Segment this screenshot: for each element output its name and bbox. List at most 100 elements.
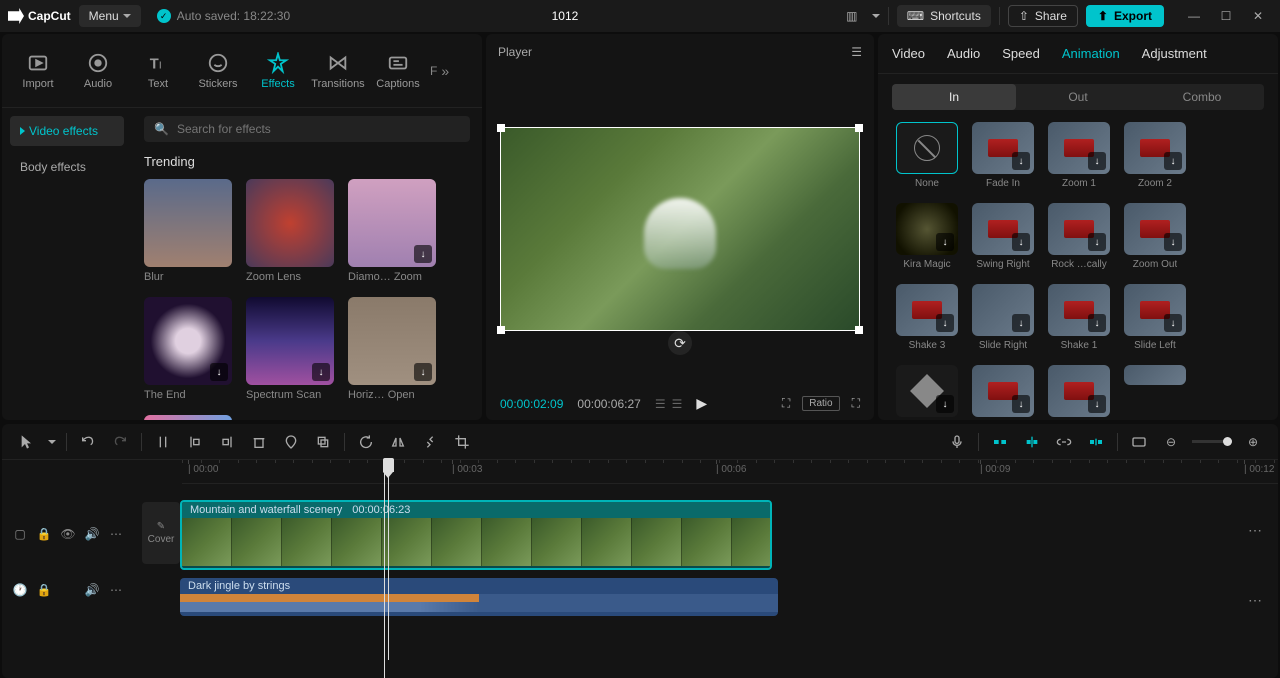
chevron-down-icon[interactable] — [872, 14, 880, 18]
focus-icon[interactable]: ⛶ — [782, 396, 790, 411]
shortcuts-button[interactable]: ⌨ Shortcuts — [897, 5, 991, 27]
list-icon[interactable]: ☰ — [655, 397, 666, 411]
video-clip[interactable]: Mountain and waterfall scenery 00:00:06:… — [180, 500, 772, 570]
pointer-tool[interactable] — [16, 431, 38, 453]
track-more-icon[interactable]: ⋯ — [1248, 522, 1264, 539]
tab-video[interactable]: Video — [892, 42, 925, 65]
collapse-icon[interactable]: ▢ — [12, 526, 28, 542]
animation-item[interactable]: ↓Zoom 1 — [1048, 122, 1110, 189]
effect-item[interactable]: ↓ Horiz… Open — [348, 297, 436, 401]
effect-item[interactable] — [144, 415, 232, 420]
fullscreen-icon[interactable]: ⛶ — [852, 396, 860, 411]
layout-icon[interactable]: ▥ — [840, 4, 864, 28]
tab-import[interactable]: Import — [10, 40, 66, 102]
mirror-tool[interactable] — [387, 431, 409, 453]
zoom-out-button[interactable]: ⊖ — [1160, 431, 1182, 453]
resize-handle[interactable] — [855, 124, 863, 132]
list-icon[interactable]: ☰ — [672, 397, 683, 411]
animation-item[interactable]: ↓Slide Left — [1124, 284, 1186, 351]
close-button[interactable]: ✕ — [1244, 4, 1272, 28]
tab-text[interactable]: TI Text — [130, 40, 186, 102]
mic-tool[interactable] — [946, 431, 968, 453]
refresh-tool[interactable] — [355, 431, 377, 453]
marker-tool[interactable] — [280, 431, 302, 453]
resize-handle[interactable] — [497, 326, 505, 334]
delete-tool[interactable] — [248, 431, 270, 453]
tab-captions[interactable]: Captions — [370, 40, 426, 102]
subtab-out[interactable]: Out — [1016, 84, 1140, 110]
timeline-ruler[interactable]: | 00:00 | 00:03 | 00:06 | 00:09 | 00:12 — [182, 460, 1278, 484]
split-tool[interactable] — [152, 431, 174, 453]
animation-item[interactable]: ↓Swing Right — [972, 203, 1034, 270]
zoom-handle[interactable] — [1223, 437, 1232, 446]
effect-item[interactable]: ↓ The End — [144, 297, 232, 401]
lock-icon[interactable]: 🔒 — [36, 582, 52, 598]
refresh-icon[interactable]: ⟳ — [668, 331, 692, 355]
tab-effects[interactable]: Effects — [250, 40, 306, 102]
export-button[interactable]: ⬆ Export — [1086, 5, 1164, 27]
menu-icon[interactable]: ☰ — [851, 45, 862, 59]
animation-item[interactable]: ↓Zoom In — [1048, 365, 1110, 420]
redo-button[interactable] — [109, 431, 131, 453]
effect-item[interactable]: ↓ Diamo… Zoom — [348, 179, 436, 283]
tab-stickers[interactable]: Stickers — [190, 40, 246, 102]
link-tool[interactable] — [1053, 431, 1075, 453]
animation-item[interactable]: ↓Zoom Out — [1124, 203, 1186, 270]
play-button[interactable]: ▶ — [696, 395, 707, 412]
menu-button[interactable]: Menu — [79, 5, 141, 27]
tab-audio[interactable]: Audio — [70, 40, 126, 102]
animation-item[interactable]: ↓Shake 3 — [896, 284, 958, 351]
volume-icon[interactable]: 🔊 — [84, 582, 100, 598]
effects-search[interactable]: 🔍 — [144, 116, 470, 142]
animation-item[interactable]: ↓Fade In — [972, 122, 1034, 189]
animation-item[interactable]: ↓Rock …cally — [1048, 203, 1110, 270]
more-icon[interactable]: ⋯ — [108, 582, 124, 598]
copy-tool[interactable] — [312, 431, 334, 453]
magnet-tool[interactable] — [1085, 431, 1107, 453]
tab-transitions[interactable]: Transitions — [310, 40, 366, 102]
animation-item[interactable]: ↓Rotate — [896, 365, 958, 420]
tab-animation[interactable]: Animation — [1062, 42, 1120, 65]
zoom-in-button[interactable]: ⊕ — [1242, 431, 1264, 453]
snap-tool[interactable] — [989, 431, 1011, 453]
maximize-button[interactable]: ☐ — [1212, 4, 1240, 28]
animation-item[interactable] — [1124, 365, 1186, 420]
eye-icon[interactable]: 👁 — [60, 526, 76, 542]
trim-left-tool[interactable] — [184, 431, 206, 453]
ratio-button[interactable]: Ratio — [802, 396, 839, 411]
volume-icon[interactable]: 🔊 — [84, 526, 100, 542]
tab-audio[interactable]: Audio — [947, 42, 980, 65]
animation-item[interactable]: ↓Kira Magic — [896, 203, 958, 270]
resize-handle[interactable] — [497, 124, 505, 132]
animation-item[interactable]: ↓Zoom 2 — [1124, 122, 1186, 189]
track-content[interactable]: Mountain and waterfall scenery 00:00:06:… — [180, 492, 1278, 678]
animation-item[interactable]: ↓Slide Right — [972, 284, 1034, 351]
rotate-tool[interactable] — [419, 431, 441, 453]
track-more-icon[interactable]: ⋯ — [1248, 592, 1264, 609]
undo-button[interactable] — [77, 431, 99, 453]
category-video-effects[interactable]: Video effects — [10, 116, 124, 146]
player-viewport[interactable]: ⟳ — [486, 70, 874, 387]
effect-item[interactable]: Zoom Lens — [246, 179, 334, 283]
effect-item[interactable]: Blur — [144, 179, 232, 283]
resize-handle[interactable] — [855, 326, 863, 334]
tab-adjustment[interactable]: Adjustment — [1142, 42, 1207, 65]
preview-tool[interactable] — [1128, 431, 1150, 453]
tabs-overflow[interactable]: F » — [430, 63, 449, 79]
animation-item[interactable]: ↓Shake 1 — [1048, 284, 1110, 351]
crop-tool[interactable] — [451, 431, 473, 453]
clock-icon[interactable]: 🕐 — [12, 582, 28, 598]
lock-icon[interactable]: 🔒 — [36, 526, 52, 542]
align-tool[interactable] — [1021, 431, 1043, 453]
video-preview[interactable] — [500, 127, 860, 331]
animation-item[interactable]: ↓Swin…ttom — [972, 365, 1034, 420]
search-input[interactable] — [177, 122, 460, 136]
chevron-down-icon[interactable] — [48, 440, 56, 444]
cover-button[interactable]: ✎ Cover — [142, 502, 180, 564]
minimize-button[interactable]: — — [1180, 4, 1208, 28]
playhead[interactable] — [388, 460, 389, 660]
share-button[interactable]: ⇧ Share — [1008, 5, 1078, 27]
effect-item[interactable]: ↓ Spectrum Scan — [246, 297, 334, 401]
subtab-in[interactable]: In — [892, 84, 1016, 110]
audio-clip[interactable]: Dark jingle by strings — [180, 578, 778, 616]
